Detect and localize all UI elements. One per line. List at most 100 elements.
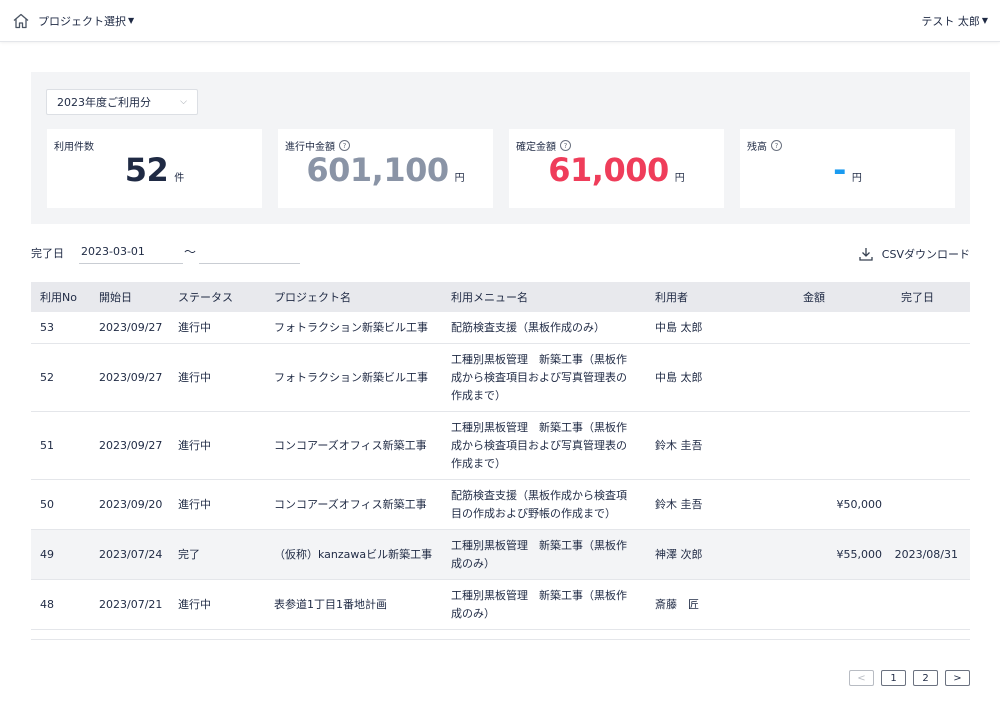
cell-start-date: 2023/07/21 xyxy=(99,597,163,611)
help-icon[interactable]: ? xyxy=(339,140,350,151)
top-bar: プロジェクト選択 ▼ テスト 太郎 ▼ xyxy=(0,0,1000,42)
cell-user: 中島 太郎 xyxy=(655,320,703,334)
table-row[interactable]: 52 2023/09/27 進行中 フォトラクション新築ビル工事 工種別黒板管理… xyxy=(31,344,970,412)
cell-menu: 工種別黒板管理 新築工事（黒板作成から検査項目および写真管理表の作成まで） xyxy=(451,420,627,470)
header-start-date[interactable]: 開始日 xyxy=(99,282,132,312)
cell-status: 進行中 xyxy=(178,320,211,334)
cell-menu: 工種別黒板管理 新築工事（黒板作成のみ） xyxy=(451,538,627,570)
home-icon[interactable] xyxy=(12,12,30,30)
cell-user: 中島 太郎 xyxy=(655,370,703,384)
cell-project: フォトラクション新築ビル工事 xyxy=(274,320,428,334)
cell-menu: 工種別黒板管理 新築工事（黒板作成から検査項目および写真管理表の作成まで） xyxy=(451,352,627,402)
card-unit: 円 xyxy=(674,173,685,184)
cell-menu: 配筋検査支援（黒板作成のみ） xyxy=(451,320,605,334)
cell-project: コンコアーズオフィス新築工事 xyxy=(274,438,427,452)
help-icon[interactable]: ? xyxy=(560,140,571,151)
date-to-input[interactable] xyxy=(199,240,300,264)
cell-project: コンコアーズオフィス新築工事 xyxy=(274,497,427,511)
header-menu[interactable]: 利用メニュー名 xyxy=(451,282,528,312)
header-completion-date[interactable]: 完了日 xyxy=(901,282,934,312)
date-from-input[interactable] xyxy=(79,240,183,264)
csv-download-label: CSVダウンロード xyxy=(881,248,970,261)
cell-no: 51 xyxy=(40,438,54,452)
header-amount[interactable]: 金額 xyxy=(803,282,825,312)
header-status[interactable]: ステータス xyxy=(178,282,233,312)
page-2-button[interactable]: 2 xyxy=(913,670,938,686)
card-value: 52 件 xyxy=(47,151,262,189)
user-menu[interactable]: テスト 太郎 ▼ xyxy=(921,13,988,29)
help-icon[interactable]: ? xyxy=(771,140,782,151)
header-no[interactable]: 利用No xyxy=(40,282,77,312)
header-project[interactable]: プロジェクト名 xyxy=(274,282,351,312)
card-number: 61,000 xyxy=(548,151,669,189)
date-filter: 完了日 〜 CSVダウンロード xyxy=(31,240,970,266)
header-user[interactable]: 利用者 xyxy=(655,282,688,312)
cell-status: 進行中 xyxy=(178,370,211,384)
cell-amount: ¥55,000 xyxy=(836,547,883,561)
summary-panel: 2023年度ご利用分 ⌵ 利用件数 52 件 進行中金額 ? 601,100 円 確… xyxy=(31,72,970,224)
chevron-down-icon: ⌵ xyxy=(180,97,187,107)
completion-date-label: 完了日 xyxy=(31,247,64,260)
table-header: 利用No 開始日 ステータス プロジェクト名 利用メニュー名 利用者 金額 完了… xyxy=(31,282,970,312)
year-select-value: 2023年度ご利用分 xyxy=(57,96,151,109)
topbar-left: プロジェクト選択 ▼ xyxy=(12,12,134,30)
table-row[interactable]: 48 2023/07/21 進行中 表参道1丁目1番地計画 工種別黒板管理 新築… xyxy=(31,580,970,630)
cell-user: 鈴木 圭吾 xyxy=(655,497,703,511)
card-value: 61,000 円 xyxy=(509,151,724,189)
cell-user: 鈴木 圭吾 xyxy=(655,438,703,452)
cell-project: （仮称）kanzawaビル新築工事 xyxy=(274,547,433,561)
cell-no: 49 xyxy=(40,547,54,561)
prev-page-button[interactable]: < xyxy=(849,670,874,686)
card-number: 52 xyxy=(124,151,169,189)
cell-status: 進行中 xyxy=(178,497,211,511)
cell-start-date: 2023/09/27 xyxy=(99,320,163,334)
usage-table: 利用No 開始日 ステータス プロジェクト名 利用メニュー名 利用者 金額 完了… xyxy=(31,282,970,640)
card-value: -円 xyxy=(740,151,955,189)
csv-download-button[interactable]: CSVダウンロード xyxy=(858,246,970,262)
cell-user: 神澤 次郎 xyxy=(655,547,703,561)
cell-project: フォトラクション新築ビル工事 xyxy=(274,370,428,384)
range-separator: 〜 xyxy=(184,245,197,259)
table-row[interactable]: 49 2023/07/24 完了 （仮称）kanzawaビル新築工事 工種別黒板… xyxy=(31,530,970,580)
card-unit: 円 xyxy=(851,173,862,184)
cell-start-date: 2023/09/27 xyxy=(99,370,163,384)
card-number: - xyxy=(833,151,846,189)
caret-down-icon: ▼ xyxy=(981,16,988,25)
cell-no: 50 xyxy=(40,497,54,511)
card-unit: 円 xyxy=(454,173,465,184)
cell-project: 表参道1丁目1番地計画 xyxy=(274,597,387,611)
card-number: 601,100 xyxy=(306,151,449,189)
cell-no: 52 xyxy=(40,370,54,384)
cell-menu: 配筋検査支援（黒板作成から検査項目の作成および野帳の作成まで） xyxy=(451,488,627,520)
usage-count-card: 利用件数 52 件 xyxy=(47,129,262,208)
pagination: < 1 2 > xyxy=(849,670,970,686)
user-name: テスト 太郎 xyxy=(921,14,980,28)
table-row-partial xyxy=(31,630,970,640)
card-value: 601,100 円 xyxy=(278,151,493,189)
next-page-button[interactable]: > xyxy=(945,670,970,686)
year-select[interactable]: 2023年度ご利用分 ⌵ xyxy=(46,89,198,115)
in-progress-amount-card: 進行中金額 ? 601,100 円 xyxy=(278,129,493,208)
table-row[interactable]: 50 2023/09/20 進行中 コンコアーズオフィス新築工事 配筋検査支援（… xyxy=(31,480,970,530)
cell-completion-date: 2023/08/31 xyxy=(894,547,958,561)
cell-user: 斎藤 匠 xyxy=(655,597,699,611)
balance-card: 残高 ? -円 xyxy=(740,129,955,208)
cell-status: 進行中 xyxy=(178,438,211,452)
card-unit: 件 xyxy=(174,173,185,184)
cell-start-date: 2023/09/27 xyxy=(99,438,163,452)
cell-no: 48 xyxy=(40,597,54,611)
cell-start-date: 2023/09/20 xyxy=(99,497,163,511)
cell-status: 進行中 xyxy=(178,597,211,611)
page-1-button[interactable]: 1 xyxy=(881,670,906,686)
cell-status: 完了 xyxy=(178,547,200,561)
table-row[interactable]: 53 2023/09/27 進行中 フォトラクション新築ビル工事 配筋検査支援（… xyxy=(31,312,970,344)
cell-amount: ¥50,000 xyxy=(836,497,883,511)
project-select-dropdown[interactable]: プロジェクト選択 ▼ xyxy=(38,13,134,29)
cell-no: 53 xyxy=(40,320,54,334)
cell-start-date: 2023/07/24 xyxy=(99,547,163,561)
table-row[interactable]: 51 2023/09/27 進行中 コンコアーズオフィス新築工事 工種別黒板管理… xyxy=(31,412,970,480)
project-select-label: プロジェクト選択 xyxy=(38,14,126,28)
cell-menu: 工種別黒板管理 新築工事（黒板作成のみ） xyxy=(451,588,627,620)
confirmed-amount-card: 確定金額 ? 61,000 円 xyxy=(509,129,724,208)
caret-down-icon: ▼ xyxy=(128,16,135,25)
